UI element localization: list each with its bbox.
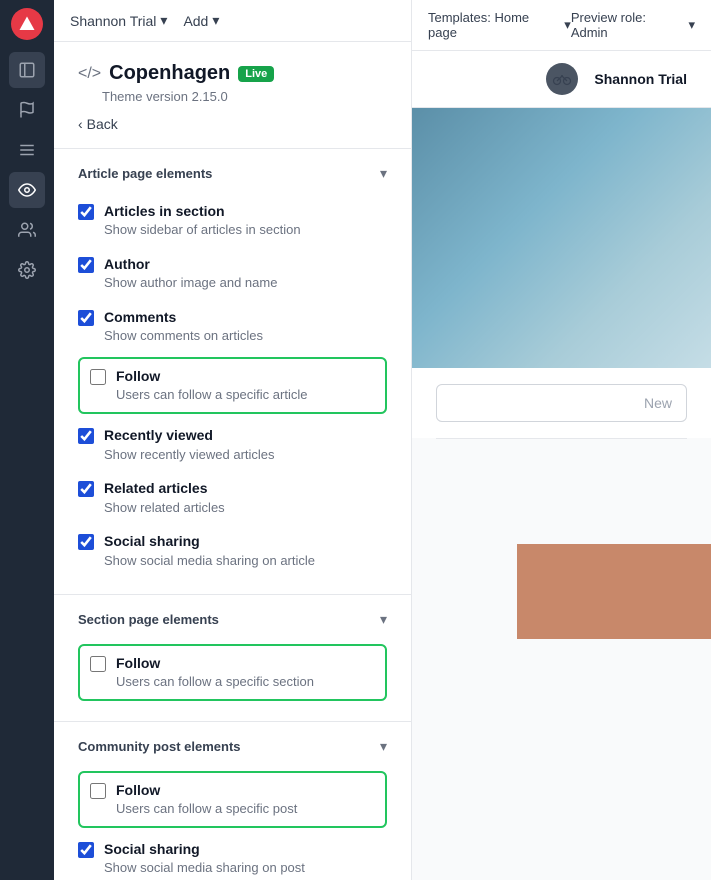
articles-in-section-desc: Show sidebar of articles in section bbox=[104, 222, 301, 239]
follow-article-label: Follow bbox=[116, 367, 307, 385]
follow-section-checkbox[interactable] bbox=[90, 656, 106, 672]
nav-users-icon[interactable] bbox=[9, 212, 45, 248]
logo-button[interactable] bbox=[11, 8, 43, 40]
section-page-label: Section page elements bbox=[78, 612, 219, 627]
related-articles-label: Related articles bbox=[104, 479, 225, 497]
templates-label: Templates: Home page bbox=[428, 10, 560, 40]
follow-post-item: Follow Users can follow a specific post bbox=[78, 771, 387, 828]
code-icon: </> bbox=[78, 65, 101, 83]
preview-toolbar: Templates: Home page ▾ Preview role: Adm… bbox=[412, 0, 711, 51]
back-label: Back bbox=[87, 116, 118, 132]
related-articles-checkbox[interactable] bbox=[78, 481, 94, 497]
social-sharing-article-label: Social sharing bbox=[104, 532, 315, 550]
back-link[interactable]: ‹ Back bbox=[78, 116, 387, 132]
author-label: Author bbox=[104, 255, 277, 273]
theme-header: </> Copenhagen Live Theme version 2.15.0… bbox=[54, 42, 411, 149]
live-badge: Live bbox=[238, 66, 274, 82]
section-page-group: Section page elements ▾ Follow Users can… bbox=[54, 595, 411, 722]
preview-orange-block bbox=[517, 544, 711, 639]
section-page-header[interactable]: Section page elements ▾ bbox=[78, 595, 387, 640]
brand-title: Shannon Trial bbox=[70, 13, 156, 29]
sidebar-header: Shannon Trial ▾ Add ▾ bbox=[54, 0, 411, 42]
author-item: Author Show author image and name bbox=[78, 247, 387, 300]
follow-article-checkbox[interactable] bbox=[90, 369, 106, 385]
section-page-chevron-icon: ▾ bbox=[380, 611, 387, 628]
theme-version: Theme version 2.15.0 bbox=[102, 89, 387, 104]
recently-viewed-checkbox[interactable] bbox=[78, 428, 94, 444]
social-sharing-post-item: Social sharing Show social media sharing… bbox=[78, 832, 387, 880]
follow-section-label: Follow bbox=[116, 654, 314, 672]
comments-label: Comments bbox=[104, 308, 263, 326]
search-placeholder: New bbox=[644, 395, 672, 411]
related-articles-desc: Show related articles bbox=[104, 500, 225, 517]
author-desc: Show author image and name bbox=[104, 275, 277, 292]
social-sharing-post-checkbox[interactable] bbox=[78, 842, 94, 858]
follow-section-item: Follow Users can follow a specific secti… bbox=[78, 644, 387, 701]
nav-settings-icon[interactable] bbox=[9, 252, 45, 288]
articles-in-section-checkbox[interactable] bbox=[78, 204, 94, 220]
recently-viewed-item: Recently viewed Show recently viewed art… bbox=[78, 418, 387, 471]
follow-post-label: Follow bbox=[116, 781, 297, 799]
preview-role-chevron-icon: ▾ bbox=[688, 17, 695, 33]
community-post-label: Community post elements bbox=[78, 739, 241, 754]
sidebar-panel: Shannon Trial ▾ Add ▾ </> Copenhagen Liv… bbox=[54, 0, 412, 880]
community-post-group: Community post elements ▾ Follow Users c… bbox=[54, 722, 411, 880]
preview-site-name: Shannon Trial bbox=[594, 71, 687, 87]
social-sharing-post-label: Social sharing bbox=[104, 840, 305, 858]
preview-search-area: New bbox=[412, 368, 711, 438]
follow-post-desc: Users can follow a specific post bbox=[116, 801, 297, 818]
brand-chevron-icon: ▾ bbox=[160, 12, 167, 29]
follow-section-desc: Users can follow a specific section bbox=[116, 674, 314, 691]
preview-lower-area bbox=[412, 439, 711, 639]
article-section-group: Article page elements ▾ Articles in sect… bbox=[54, 149, 411, 595]
social-sharing-article-item: Social sharing Show social media sharing… bbox=[78, 524, 387, 577]
social-sharing-post-desc: Show social media sharing on post bbox=[104, 860, 305, 877]
community-post-chevron-icon: ▾ bbox=[380, 738, 387, 755]
templates-dropdown[interactable]: Templates: Home page ▾ bbox=[428, 10, 571, 40]
preview-hero-image bbox=[412, 108, 711, 368]
article-section-header[interactable]: Article page elements ▾ bbox=[78, 149, 387, 194]
sidebar-body: </> Copenhagen Live Theme version 2.15.0… bbox=[54, 42, 411, 880]
social-sharing-article-checkbox[interactable] bbox=[78, 534, 94, 550]
preview-site-header: Shannon Trial bbox=[412, 51, 711, 108]
preview-search-box[interactable]: New bbox=[436, 384, 687, 422]
follow-article-item: Follow Users can follow a specific artic… bbox=[78, 357, 387, 414]
related-articles-item: Related articles Show related articles bbox=[78, 471, 387, 524]
social-sharing-article-desc: Show social media sharing on article bbox=[104, 553, 315, 570]
comments-item: Comments Show comments on articles bbox=[78, 300, 387, 353]
comments-checkbox[interactable] bbox=[78, 310, 94, 326]
articles-in-section-item: Articles in section Show sidebar of arti… bbox=[78, 194, 387, 247]
author-checkbox[interactable] bbox=[78, 257, 94, 273]
recently-viewed-label: Recently viewed bbox=[104, 426, 275, 444]
follow-article-desc: Users can follow a specific article bbox=[116, 387, 307, 404]
article-section-label: Article page elements bbox=[78, 166, 212, 181]
articles-in-section-label: Articles in section bbox=[104, 202, 301, 220]
nav-eye-icon[interactable] bbox=[9, 172, 45, 208]
theme-name: Copenhagen bbox=[109, 62, 230, 85]
recently-viewed-desc: Show recently viewed articles bbox=[104, 447, 275, 464]
nav-book-icon[interactable] bbox=[9, 52, 45, 88]
preview-role-label: Preview role: Admin bbox=[571, 10, 685, 40]
left-nav bbox=[0, 0, 54, 880]
add-button[interactable]: Add ▾ bbox=[183, 12, 219, 29]
preview-role-dropdown[interactable]: Preview role: Admin ▾ bbox=[571, 10, 695, 40]
article-section-chevron-icon: ▾ bbox=[380, 165, 387, 182]
preview-pane: Templates: Home page ▾ Preview role: Adm… bbox=[412, 0, 711, 880]
preview-content: Shannon Trial New bbox=[412, 51, 711, 880]
brand-dropdown[interactable]: Shannon Trial ▾ bbox=[70, 12, 167, 29]
follow-post-checkbox[interactable] bbox=[90, 783, 106, 799]
back-chevron-icon: ‹ bbox=[78, 116, 83, 132]
add-chevron-icon: ▾ bbox=[212, 12, 219, 29]
add-label: Add bbox=[183, 13, 208, 29]
community-post-header[interactable]: Community post elements ▾ bbox=[78, 722, 387, 767]
nav-flag-icon[interactable] bbox=[9, 92, 45, 128]
preview-avatar bbox=[546, 63, 578, 95]
nav-list-icon[interactable] bbox=[9, 132, 45, 168]
comments-desc: Show comments on articles bbox=[104, 328, 263, 345]
